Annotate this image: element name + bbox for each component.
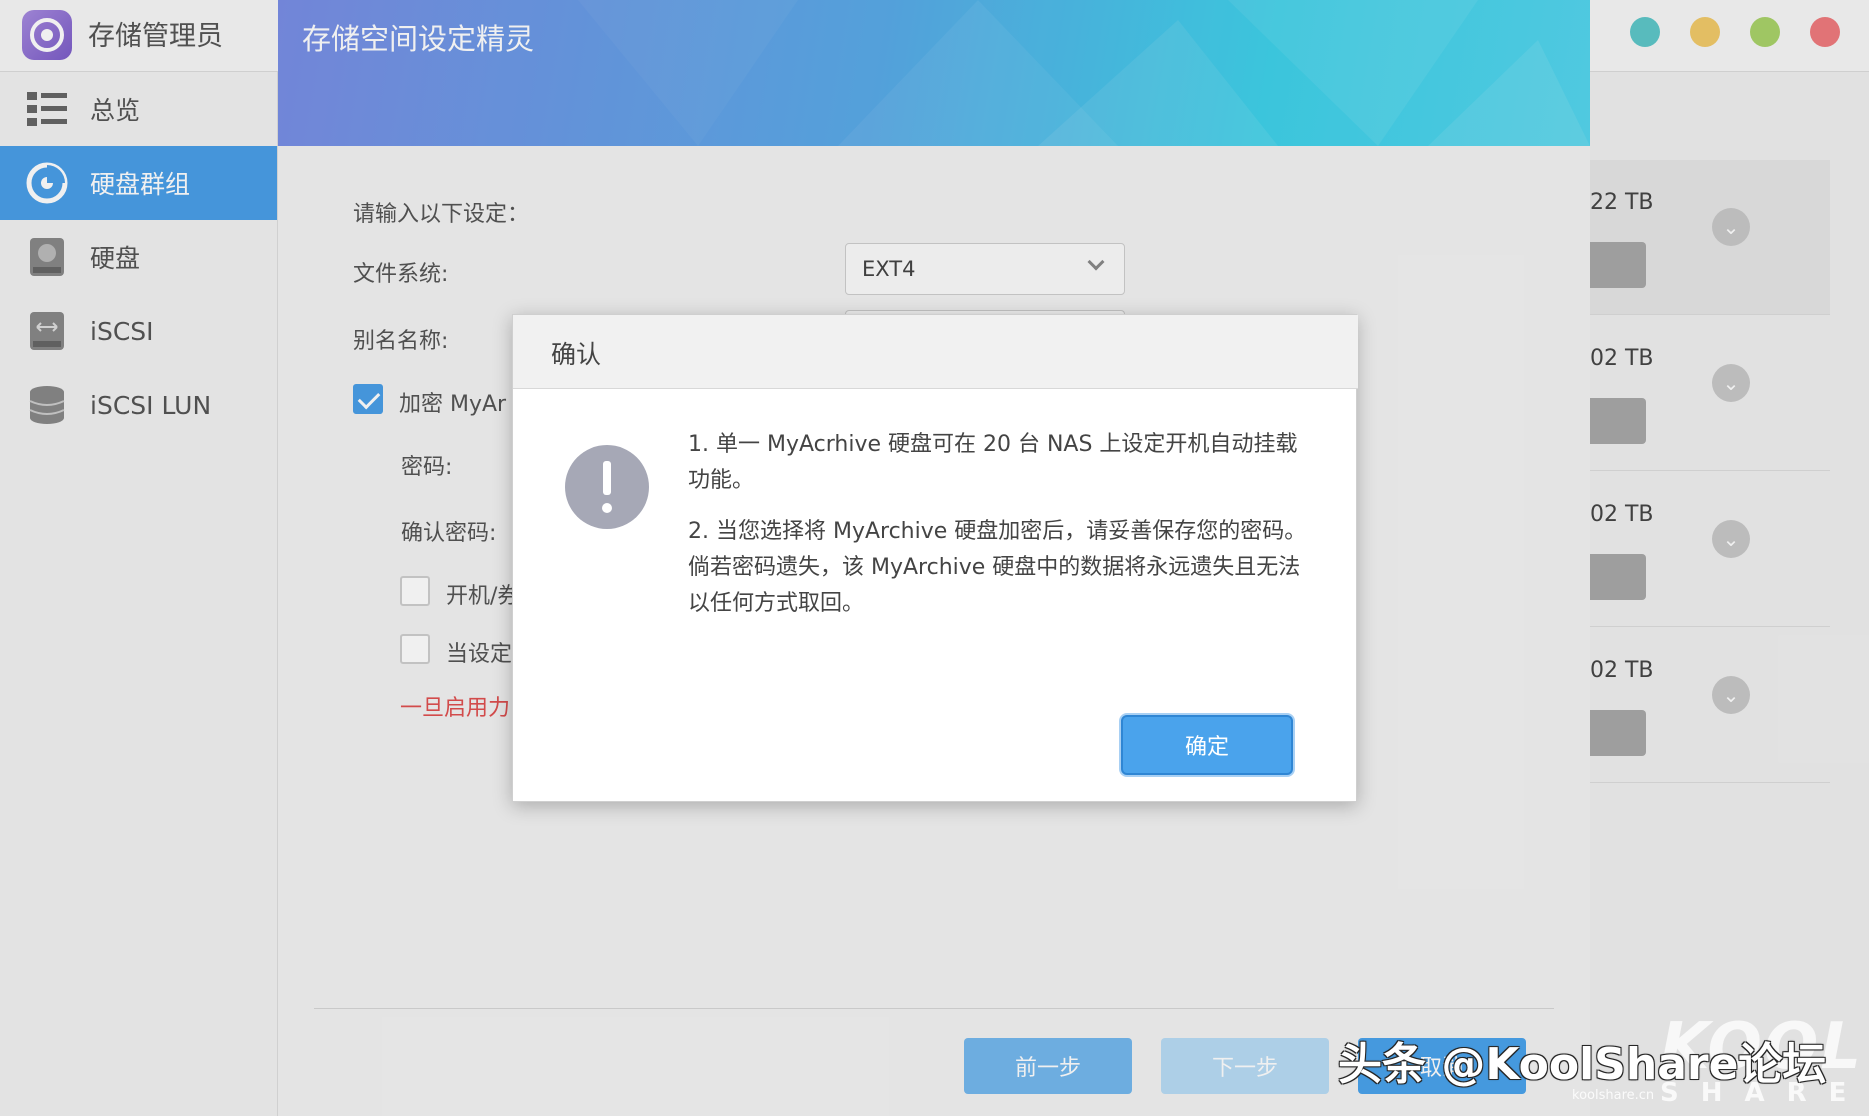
dialog-message-2: 2. 当您选择将 MyArchive 硬盘加密后，请妥善保存您的密码。倘若密码遗… (688, 519, 1307, 616)
watermark-text: 头条 @KoolShare论坛 (1338, 1039, 1827, 1090)
dialog-header: 确认 (513, 315, 1358, 389)
exclamation-icon (565, 445, 649, 529)
ok-button[interactable]: 确定 (1121, 715, 1293, 775)
dialog-message-1: 1. 单一 MyAcrhive 硬盘可在 20 台 NAS 上设定开机自动挂载功… (688, 432, 1298, 493)
dialog-title: 确认 (551, 340, 602, 369)
confirm-dialog: 确认 1. 单一 MyAcrhive 硬盘可在 20 台 NAS 上设定开机自动… (512, 314, 1358, 802)
